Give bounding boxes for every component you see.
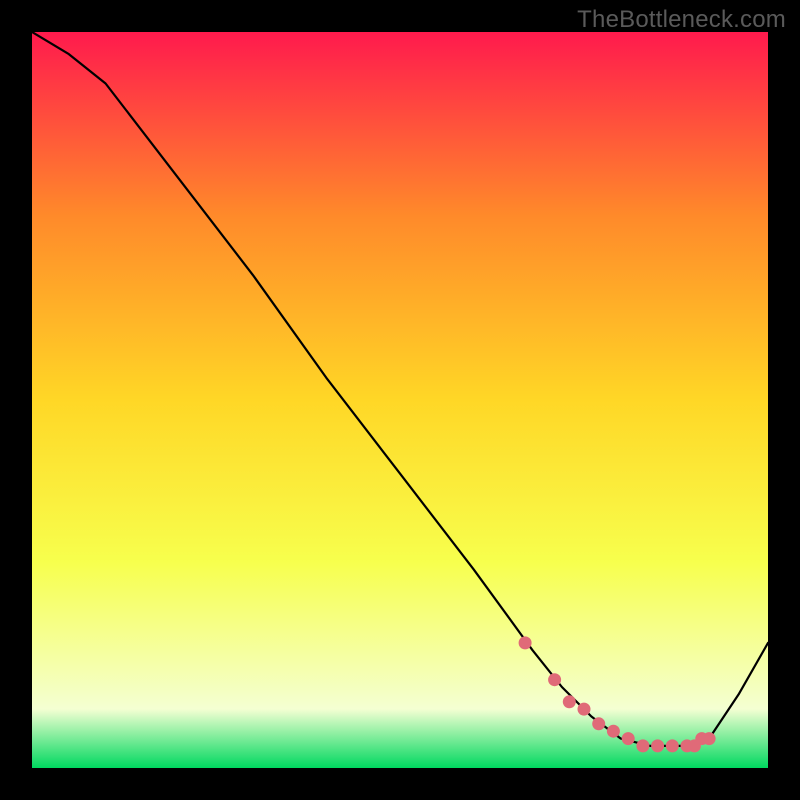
marker-dot — [651, 739, 664, 752]
chart-frame: TheBottleneck.com — [0, 0, 800, 800]
marker-dot — [636, 739, 649, 752]
watermark-text: TheBottleneck.com — [577, 6, 786, 34]
marker-dot — [622, 732, 635, 745]
marker-dot — [519, 636, 532, 649]
marker-dot — [703, 732, 716, 745]
plot-area — [32, 32, 768, 768]
marker-dot — [578, 703, 591, 716]
marker-dot — [592, 717, 605, 730]
optimal-range-markers — [519, 636, 716, 752]
marker-dot — [607, 725, 620, 738]
curve-layer-svg — [32, 32, 768, 768]
bottleneck-curve — [32, 32, 768, 746]
marker-dot — [563, 695, 576, 708]
marker-dot — [548, 673, 561, 686]
marker-dot — [666, 739, 679, 752]
